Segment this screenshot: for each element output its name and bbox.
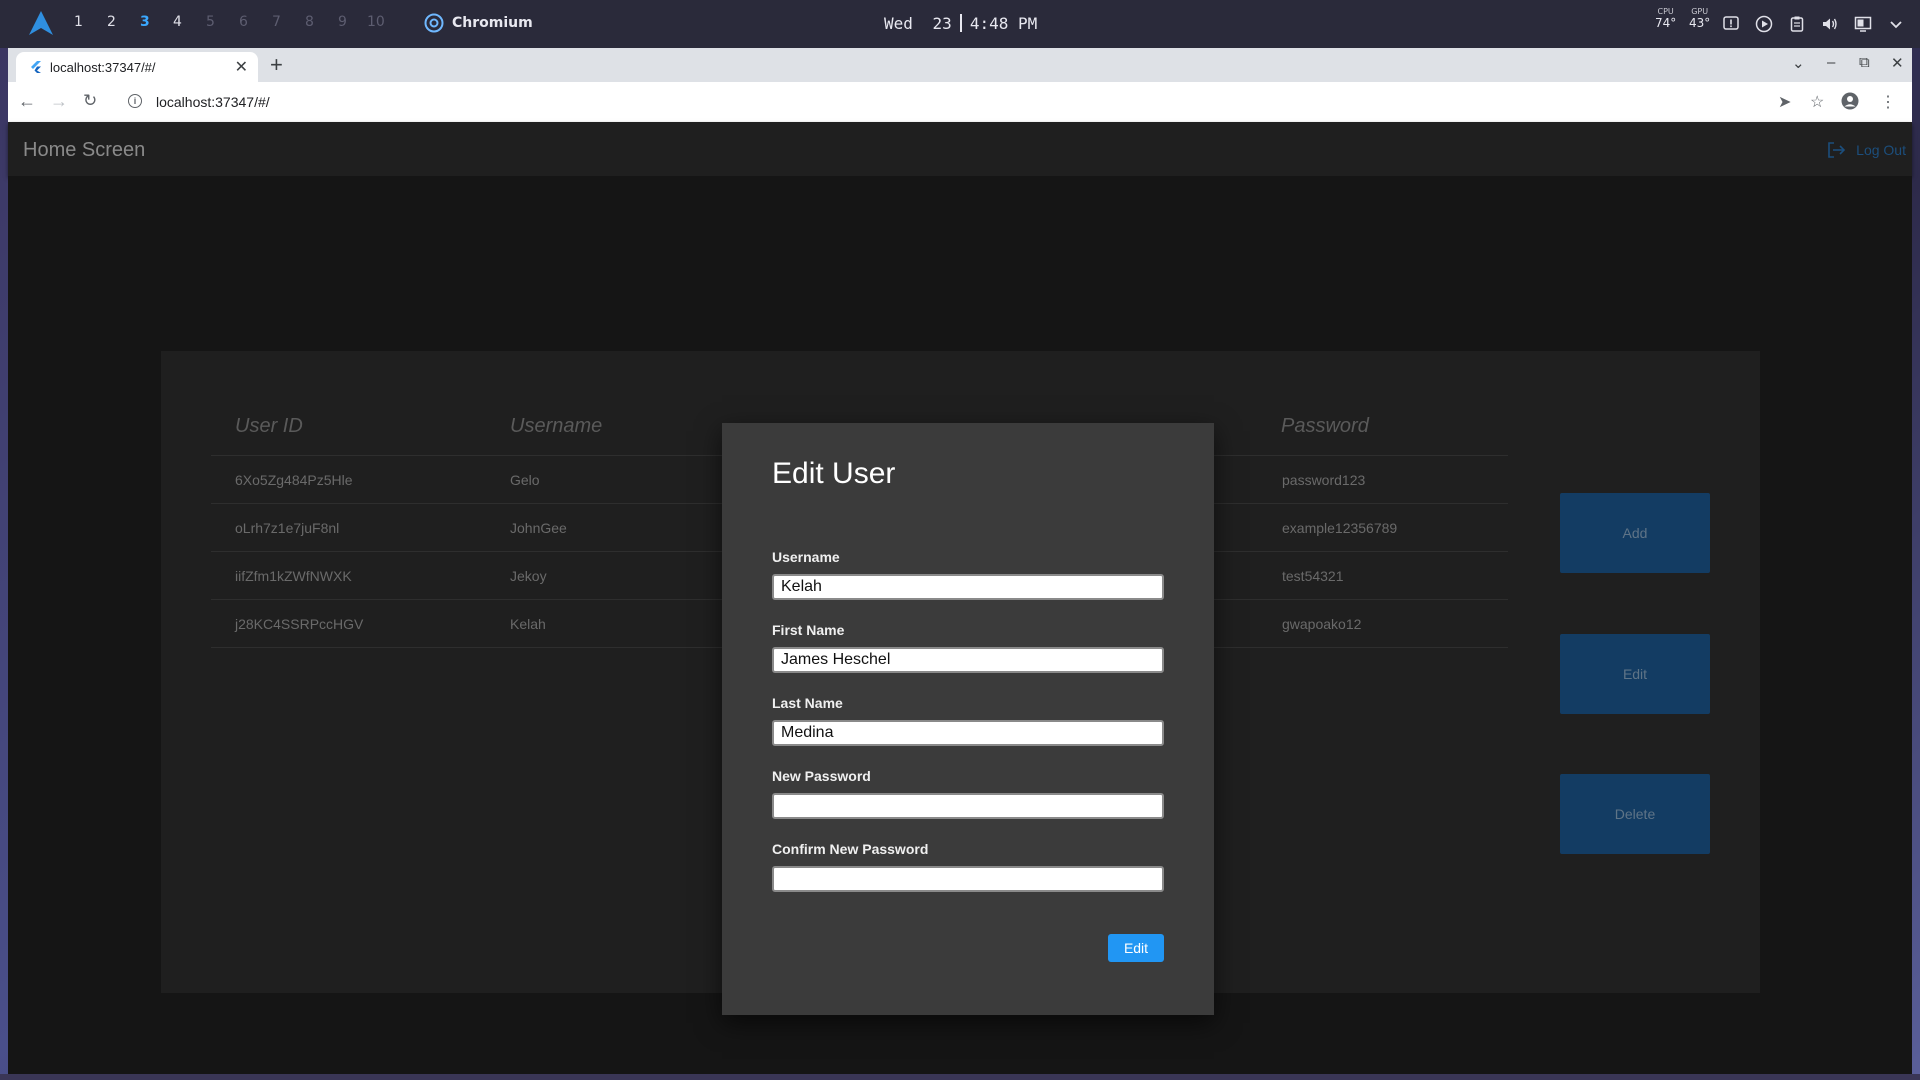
new-tab-button[interactable]: + <box>270 52 283 78</box>
minimize-button[interactable]: – <box>1827 54 1835 71</box>
first-name-label: First Name <box>772 622 845 638</box>
clock[interactable]: Wed 23 4:48 PM <box>884 14 1037 33</box>
cell-password: example12356789 <box>1282 520 1398 536</box>
app-bar: Home Screen Log Out <box>8 122 1912 176</box>
play-icon[interactable] <box>1754 14 1774 34</box>
alert-icon[interactable] <box>1721 14 1741 34</box>
system-top-bar: 1 2 3 4 5 6 7 8 9 10 Chromium Wed 23 4:48… <box>0 0 1920 48</box>
dialog-title: Edit User <box>772 457 896 490</box>
gpu-value: 43° <box>1689 16 1711 30</box>
cell-username: Kelah <box>510 616 546 632</box>
edit-user-dialog: Edit User Username First Name Last Name … <box>722 423 1214 1015</box>
workspace-3[interactable]: 3 <box>140 14 150 30</box>
new-password-label: New Password <box>772 768 871 784</box>
confirm-password-label: Confirm New Password <box>772 841 929 857</box>
cell-user-id: oLrh7z1e7juF8nl <box>235 520 340 536</box>
workspace-6[interactable]: 6 <box>239 14 248 30</box>
send-icon[interactable]: ➤ <box>1778 92 1791 112</box>
dialog-edit-submit-button[interactable]: Edit <box>1108 934 1164 962</box>
confirm-password-field[interactable] <box>772 866 1164 892</box>
address-bar-url: localhost:37347/#/ <box>156 94 270 110</box>
restore-button[interactable]: ⧉ <box>1859 54 1870 71</box>
page-title: Home Screen <box>23 139 146 161</box>
header-user-id: User ID <box>235 415 303 437</box>
workspace-2[interactable]: 2 <box>107 14 116 30</box>
header-password: Password <box>1281 415 1369 437</box>
new-password-field[interactable] <box>772 793 1164 819</box>
display-icon[interactable] <box>1853 14 1873 34</box>
clock-date: 23 <box>932 14 952 33</box>
tab-close-icon[interactable]: ✕ <box>235 57 248 77</box>
forward-button[interactable]: → <box>50 91 68 112</box>
reload-button[interactable]: ↻ <box>83 91 97 111</box>
workspace-10[interactable]: 10 <box>367 14 385 30</box>
system-tray <box>1721 14 1906 34</box>
launcher-logo-icon[interactable] <box>28 10 54 36</box>
cell-password: gwapoako12 <box>1282 616 1362 632</box>
back-button[interactable]: ← <box>18 91 36 112</box>
first-name-field[interactable] <box>772 647 1164 673</box>
add-user-button[interactable]: Add <box>1560 493 1710 573</box>
chevron-down-icon[interactable] <box>1886 14 1906 34</box>
browser-menu-icon[interactable]: ⋮ <box>1880 92 1896 112</box>
cell-user-id: 6Xo5Zg484Pz5Hle <box>235 472 353 488</box>
clock-separator <box>959 14 962 32</box>
clipboard-icon[interactable] <box>1787 14 1807 34</box>
tab-title: localhost:37347/#/ <box>50 60 156 75</box>
workspace-8[interactable]: 8 <box>305 14 314 30</box>
workspace-5[interactable]: 5 <box>206 14 215 30</box>
clock-time: 4:48 PM <box>969 14 1038 33</box>
cpu-temp: CPU 74° <box>1655 8 1676 30</box>
edit-user-button[interactable]: Edit <box>1560 634 1710 714</box>
logout-label: Log Out <box>1856 142 1906 158</box>
username-label: Username <box>772 549 840 565</box>
last-name-label: Last Name <box>772 695 843 711</box>
cell-username: Gelo <box>510 472 540 488</box>
profile-avatar-icon[interactable] <box>1841 92 1859 115</box>
delete-user-button[interactable]: Delete <box>1560 774 1710 854</box>
browser-window: localhost:37347/#/ ✕ + ⌄ – ⧉ ✕ ← → ↻ i l… <box>8 48 1912 1074</box>
desktop-bottom-edge <box>0 1074 1920 1080</box>
cpu-value: 74° <box>1655 16 1677 30</box>
app-viewport: Home Screen Log Out User ID Username Pas… <box>8 122 1912 1074</box>
logout-button[interactable]: Log Out <box>1826 140 1906 160</box>
active-app-chip[interactable]: Chromium <box>424 13 533 33</box>
workspace-9[interactable]: 9 <box>338 14 347 30</box>
volume-icon[interactable] <box>1820 14 1840 34</box>
bookmark-star-icon[interactable]: ☆ <box>1810 92 1824 112</box>
header-username: Username <box>510 415 603 437</box>
logout-icon <box>1828 142 1846 158</box>
cell-password: test54321 <box>1282 568 1344 584</box>
active-app-name: Chromium <box>452 15 533 31</box>
site-info-icon[interactable]: i <box>128 94 142 108</box>
workspace-1[interactable]: 1 <box>74 14 83 30</box>
gpu-label: GPU <box>1691 7 1709 16</box>
flutter-favicon-icon <box>31 61 41 73</box>
close-window-button[interactable]: ✕ <box>1891 54 1904 72</box>
cpu-label: CPU <box>1657 7 1674 16</box>
gpu-temp: GPU 43° <box>1689 8 1710 30</box>
browser-toolbar: ← → ↻ i localhost:37347/#/ ➤ ☆ ⋮ <box>8 82 1912 123</box>
tab-search-icon[interactable]: ⌄ <box>1792 54 1805 72</box>
chromium-icon <box>424 13 444 33</box>
cell-user-id: iifZfm1kZWfNWXK <box>235 568 352 584</box>
last-name-field[interactable] <box>772 720 1164 746</box>
tab-strip: localhost:37347/#/ ✕ + ⌄ – ⧉ ✕ <box>8 48 1912 82</box>
address-bar[interactable]: i localhost:37347/#/ <box>116 88 1756 116</box>
workspace-7[interactable]: 7 <box>272 14 281 30</box>
workspace-4[interactable]: 4 <box>173 14 182 30</box>
username-field[interactable] <box>772 574 1164 600</box>
cell-username: Jekoy <box>510 568 547 584</box>
cell-password: password123 <box>1282 472 1366 488</box>
cell-username: JohnGee <box>510 520 567 536</box>
browser-tab-active[interactable]: localhost:37347/#/ ✕ <box>16 52 258 82</box>
clock-day: Wed <box>884 14 913 33</box>
cell-user-id: j28KC4SSRPccHGV <box>235 616 364 632</box>
